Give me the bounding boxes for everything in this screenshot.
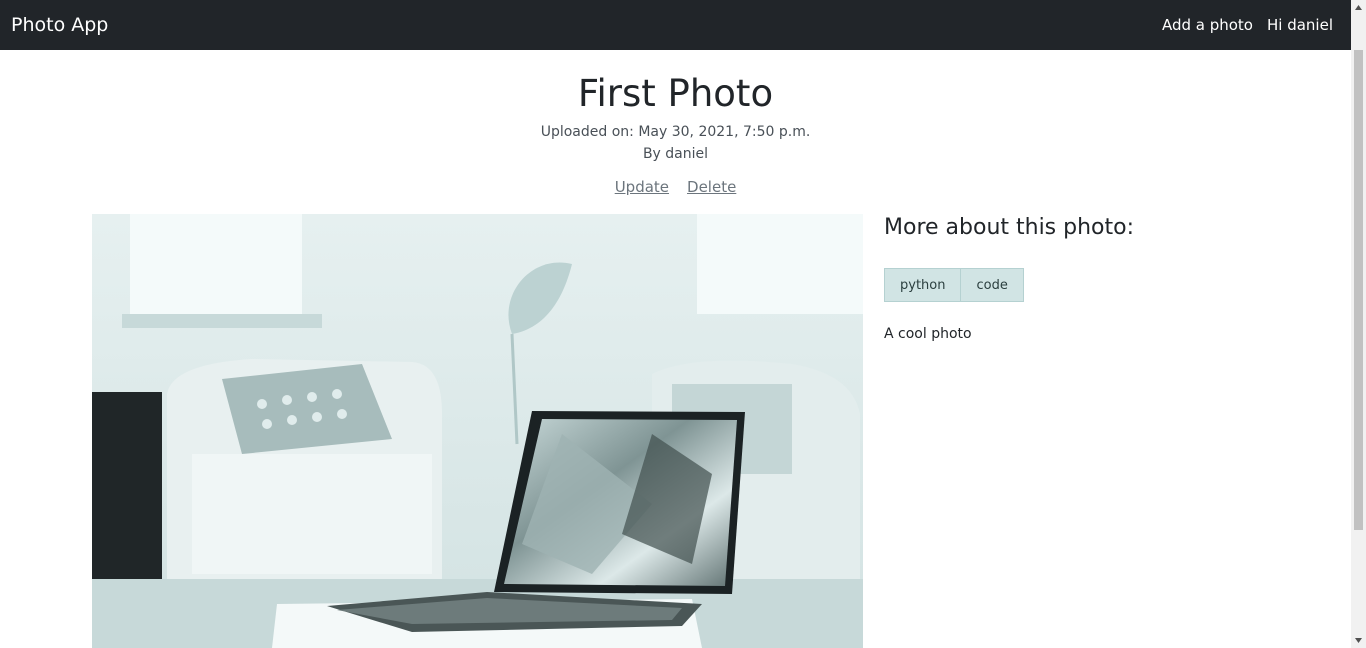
photo-author: By daniel <box>642 146 709 162</box>
nav-links: Add a photo Hi daniel <box>1162 16 1333 34</box>
details-heading: More about this photo: <box>884 215 1135 240</box>
brand-link[interactable]: Photo App <box>11 14 108 36</box>
photo-header: First Photo Uploaded on: May 30, 2021, 7… <box>0 72 1351 196</box>
photo-illustration <box>92 214 863 648</box>
vertical-scrollbar[interactable] <box>1351 0 1366 648</box>
photo-actions: Update Delete <box>0 178 1351 196</box>
user-greeting-link[interactable]: Hi daniel <box>1267 16 1333 34</box>
navbar: Photo App Add a photo Hi daniel <box>0 0 1351 50</box>
tag-list: python code <box>884 268 1324 302</box>
tag-code[interactable]: code <box>961 268 1024 302</box>
delete-link[interactable]: Delete <box>687 178 736 196</box>
scrollbar-thumb[interactable] <box>1354 50 1363 530</box>
photo-details: More about this photo: python code A coo… <box>884 214 1324 342</box>
page-title: First Photo <box>577 72 774 115</box>
upload-date: Uploaded on: May 30, 2021, 7:50 p.m. <box>540 124 811 140</box>
add-photo-link[interactable]: Add a photo <box>1162 16 1253 34</box>
scroll-down-icon[interactable] <box>1351 633 1366 648</box>
photo-image <box>92 214 863 648</box>
update-link[interactable]: Update <box>615 178 669 196</box>
scroll-up-icon[interactable] <box>1351 0 1366 15</box>
photo-description: A cool photo <box>884 326 972 342</box>
tag-python[interactable]: python <box>884 268 962 302</box>
